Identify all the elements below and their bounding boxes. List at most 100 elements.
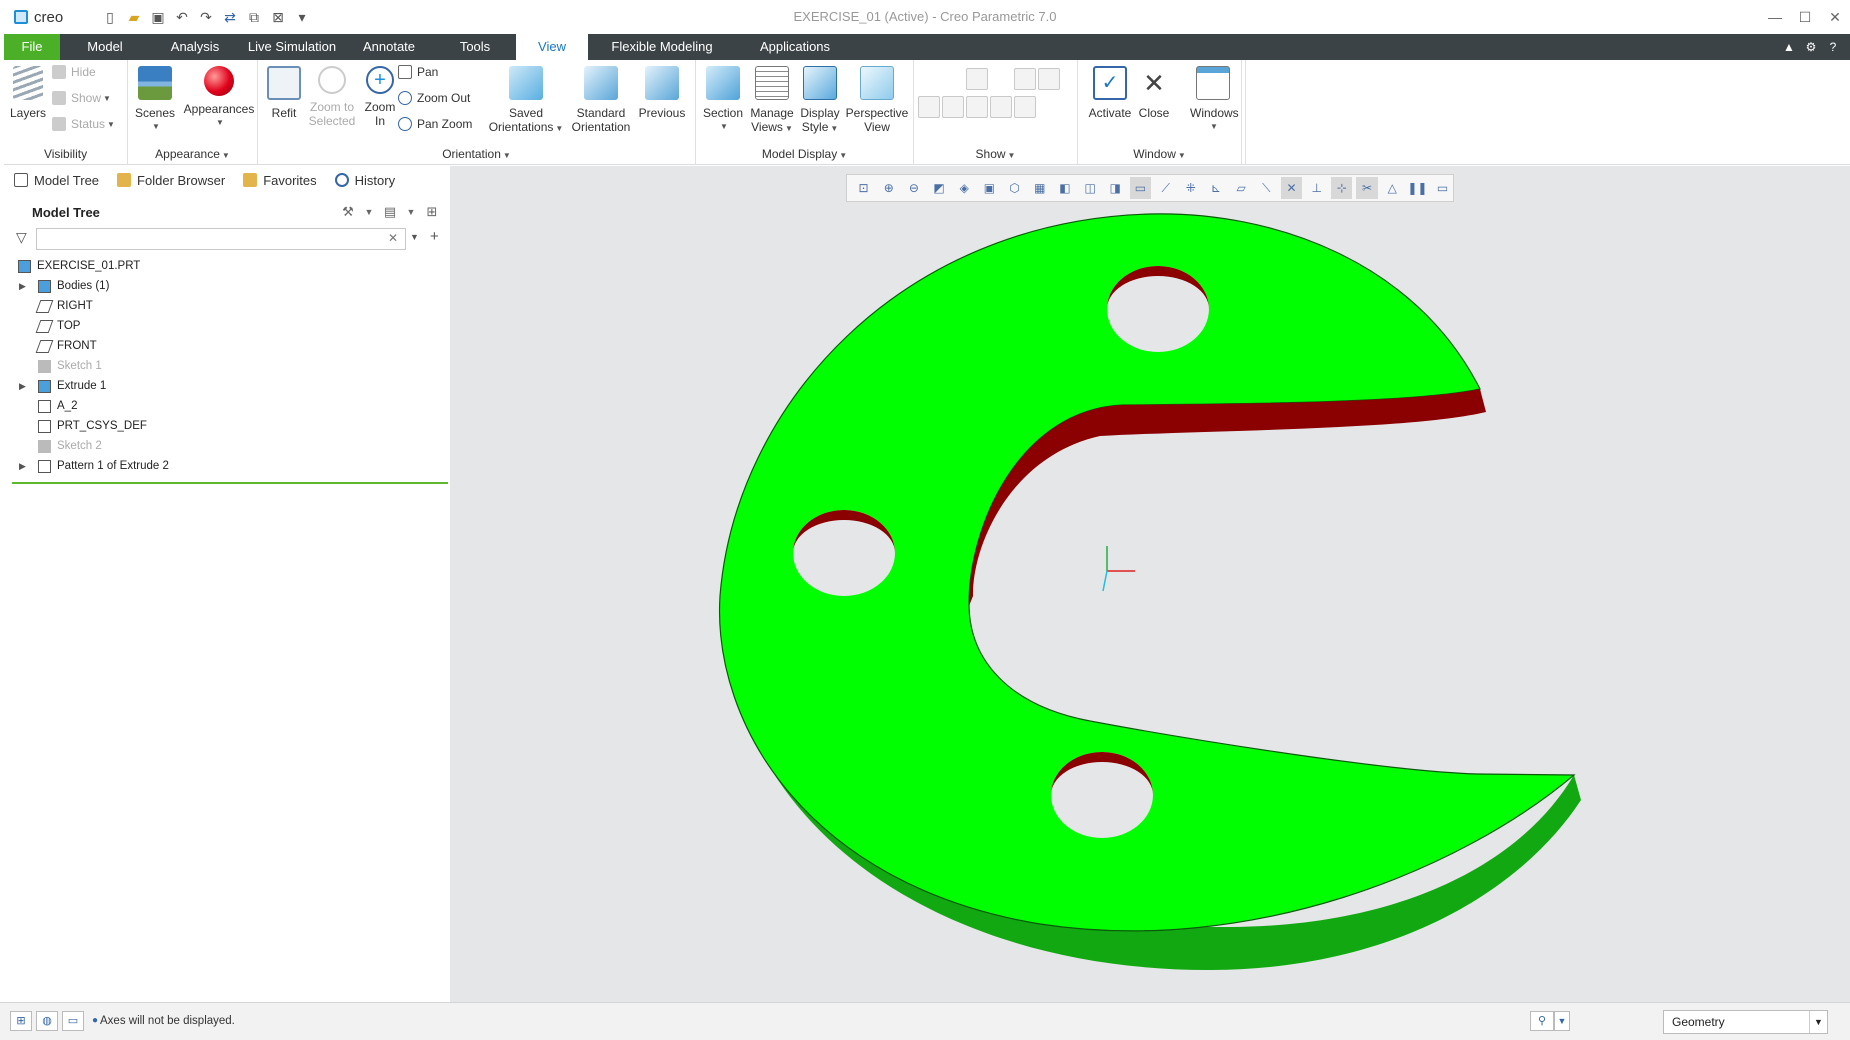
hide-button[interactable]: Hide	[52, 62, 96, 82]
navigator-toggle-icon[interactable]: ⊞	[10, 1011, 32, 1031]
plane-display-toggle[interactable]	[918, 68, 940, 90]
orientation-tag-icon[interactable]: ✂	[1356, 177, 1378, 199]
csys-tag-toggle[interactable]	[990, 96, 1012, 118]
save-icon[interactable]: ▣	[148, 7, 168, 27]
tree-search-input[interactable]	[36, 228, 406, 250]
tab-folder-browser[interactable]: Folder Browser	[117, 166, 225, 194]
show-options-dropdown-icon[interactable]: ▼	[406, 202, 416, 222]
minimize-icon[interactable]: —	[1760, 0, 1790, 34]
add-filter-icon[interactable]: +	[430, 228, 439, 245]
settings-icon[interactable]: ⚙	[1802, 34, 1820, 60]
perspective-view-button[interactable]: Perspective View	[844, 62, 910, 134]
section-icon[interactable]: ◫	[1080, 177, 1101, 199]
zoom-to-selected-button[interactable]: Zoom to Selected	[304, 62, 360, 128]
close-icon[interactable]: ✕	[1820, 0, 1850, 34]
pan-button[interactable]: Pan	[398, 62, 438, 82]
section-button[interactable]: Section ▼	[700, 62, 746, 134]
point-display-toggle[interactable]	[966, 68, 988, 90]
tab-history[interactable]: History	[334, 166, 395, 194]
tree-item-a-2[interactable]: A_2	[4, 396, 450, 416]
refit-icon[interactable]: ⊡	[853, 177, 874, 199]
tab-analysis[interactable]: Analysis	[150, 34, 240, 60]
tree-item-extrude-1[interactable]: ▶ Extrude 1	[4, 376, 450, 396]
regenerate-icon[interactable]: ⇄	[220, 7, 240, 27]
browser-toggle-icon[interactable]: ◍	[36, 1011, 58, 1031]
close-window-icon[interactable]: ⊠	[268, 7, 288, 27]
tree-item-right[interactable]: RIGHT	[4, 296, 450, 316]
curve-display-toggle[interactable]	[1038, 96, 1060, 118]
spin-center-icon[interactable]: ⊹	[1331, 177, 1353, 199]
pause-icon[interactable]: ❚❚	[1407, 177, 1428, 199]
axis-display-toggle[interactable]	[942, 68, 964, 90]
zoom-in-button[interactable]: + Zoom In	[360, 62, 400, 128]
tree-item-front[interactable]: FRONT	[4, 336, 450, 356]
expand-arrow-icon[interactable]: ▶	[19, 281, 26, 292]
full-screen-icon[interactable]: ▭	[62, 1011, 84, 1031]
spin-icon[interactable]: ◈	[954, 177, 975, 199]
csys-display-toggle[interactable]	[990, 68, 1012, 90]
csys-tag-icon[interactable]: ⊥	[1306, 177, 1327, 199]
repaint-icon[interactable]: ◩	[929, 177, 950, 199]
insert-here-indicator[interactable]	[12, 482, 448, 484]
display-style-button[interactable]: Display Style ▼	[796, 62, 844, 136]
csys-display-icon[interactable]: ⊾	[1205, 177, 1226, 199]
annotation-display-icon[interactable]: ◨	[1105, 177, 1126, 199]
display-style-icon[interactable]: ▣	[979, 177, 1000, 199]
zoom-out-icon[interactable]: ⊖	[903, 177, 924, 199]
tab-favorites[interactable]: Favorites	[243, 166, 317, 194]
saved-orientations-icon[interactable]: ⬡	[1004, 177, 1025, 199]
previous-orientation-button[interactable]: Previous	[634, 62, 690, 120]
tree-item-pattern-1-of-extrude-2[interactable]: ▶ Pattern 1 of Extrude 2	[4, 456, 450, 476]
status-button[interactable]: Status ▼	[52, 114, 115, 134]
standard-orientation-button[interactable]: Standard Orientation	[570, 62, 632, 134]
search-dropdown-icon[interactable]: ▼	[410, 232, 419, 242]
plane-display-icon[interactable]: ▭	[1129, 177, 1152, 199]
axis-tag-toggle[interactable]	[942, 96, 964, 118]
graphics-window[interactable]: ⊡ ⊕ ⊖ ◩ ◈ ▣ ⬡ ▦ ◧ ◫ ◨ ▭ ⟋ ⁜ ⊾ ▱ ⟍ ✕ ⊥ ⊹ …	[450, 166, 1850, 1002]
windows-button[interactable]: Windows ▼	[1190, 62, 1239, 134]
tab-tools[interactable]: Tools	[434, 34, 516, 60]
collapse-ribbon-icon[interactable]: ▲	[1780, 34, 1798, 60]
help-icon[interactable]: ?	[1824, 34, 1842, 60]
refit-button[interactable]: Refit	[264, 62, 304, 120]
expand-arrow-icon[interactable]: ▶	[19, 381, 26, 392]
undo-icon[interactable]: ↶	[172, 7, 192, 27]
tab-model[interactable]: Model	[60, 34, 150, 60]
point-display-icon[interactable]: ⁜	[1180, 177, 1201, 199]
zoom-out-button[interactable]: Zoom Out	[398, 88, 470, 108]
pan-zoom-button[interactable]: Pan Zoom	[398, 114, 472, 134]
saved-orientations-button[interactable]: Saved Orientations ▼	[486, 62, 566, 136]
simulation-icon[interactable]: △	[1382, 177, 1403, 199]
point-tag-icon[interactable]: ✕	[1280, 177, 1303, 199]
filter-funnel-icon[interactable]: ▽	[16, 229, 27, 246]
plane-tag-icon[interactable]: ▱	[1231, 177, 1252, 199]
axis-display-icon[interactable]: ⟋	[1155, 177, 1176, 199]
view-manager-icon[interactable]: ▦	[1029, 177, 1050, 199]
axis-tag-icon[interactable]: ⟍	[1256, 177, 1277, 199]
tree-item-bodies-1[interactable]: ▶ Bodies (1)	[4, 276, 450, 296]
plane-tag-toggle[interactable]	[1014, 68, 1036, 90]
tree-item-sketch-2[interactable]: Sketch 2	[4, 436, 450, 456]
zoom-in-icon[interactable]: ⊕	[878, 177, 899, 199]
layers-button[interactable]: Layers	[6, 62, 50, 120]
manage-views-button[interactable]: Manage Views ▼	[748, 62, 796, 136]
tab-applications[interactable]: Applications	[736, 34, 854, 60]
activate-button[interactable]: ✓ Activate	[1086, 62, 1134, 120]
expand-arrow-icon[interactable]: ▶	[19, 461, 26, 472]
maximize-icon[interactable]: ☐	[1790, 0, 1820, 34]
redo-icon[interactable]: ↷	[196, 7, 216, 27]
clear-search-icon[interactable]: ✕	[388, 231, 398, 245]
tab-file[interactable]: File	[4, 34, 60, 60]
tab-annotate[interactable]: Annotate	[344, 34, 434, 60]
spin-center-toggle[interactable]	[1014, 96, 1036, 118]
open-file-icon[interactable]: ▰	[124, 7, 144, 27]
toolbar-options-icon[interactable]: ▭	[1432, 177, 1453, 199]
tree-filter-icon[interactable]: ⊞	[422, 202, 442, 222]
tree-item-prt-csys-def[interactable]: PRT_CSYS_DEF	[4, 416, 450, 436]
creo-logo[interactable]: creo	[14, 9, 84, 26]
tab-live-simulation[interactable]: Live Simulation	[240, 34, 344, 60]
tab-model-tree[interactable]: Model Tree	[14, 166, 99, 194]
tree-item-top[interactable]: TOP	[4, 316, 450, 336]
customize-toolbar-icon[interactable]: ▾	[292, 7, 312, 27]
tab-view[interactable]: View	[516, 34, 588, 60]
